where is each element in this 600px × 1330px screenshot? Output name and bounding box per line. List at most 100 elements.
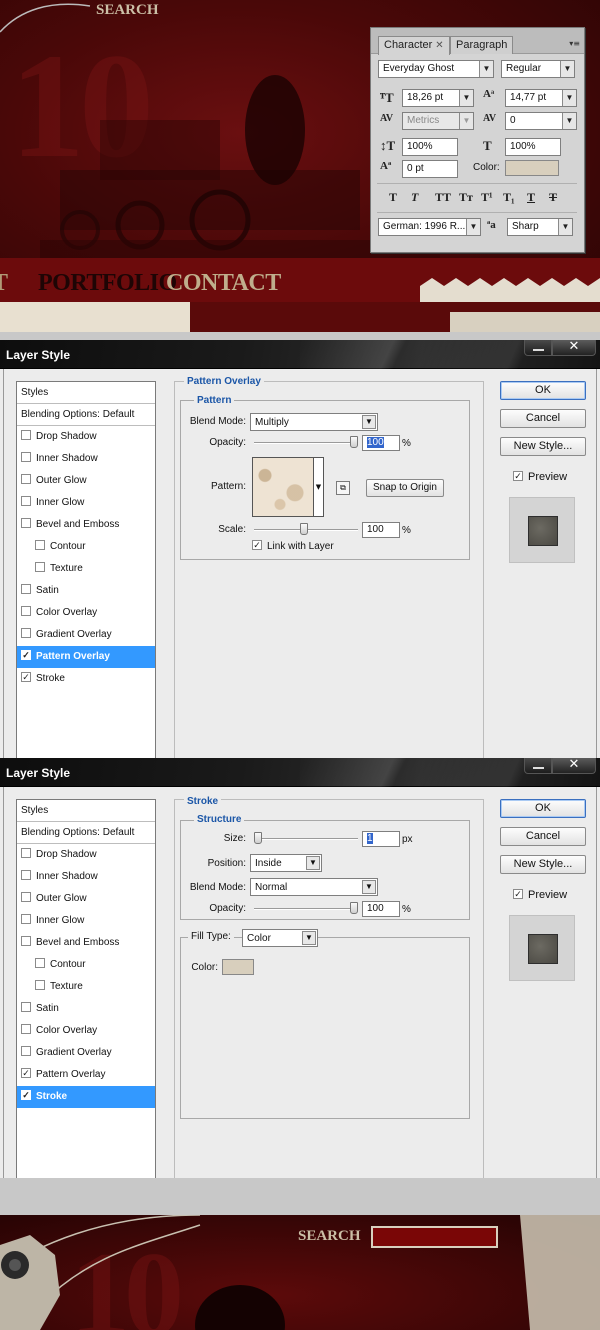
slider-thumb[interactable] [350, 902, 358, 914]
style-item-inner-shadow[interactable]: Inner Shadow [17, 448, 155, 470]
preview-checkbox[interactable]: ✓ Preview [513, 471, 567, 483]
checkbox[interactable] [21, 1046, 31, 1057]
cancel-button[interactable]: Cancel [500, 827, 586, 846]
style-item-satin[interactable]: Satin [17, 998, 155, 1020]
ok-button[interactable]: OK [500, 381, 586, 400]
checkbox[interactable] [35, 958, 45, 969]
checkbox[interactable] [21, 628, 31, 639]
baseline-shift-field[interactable]: 0 pt [402, 160, 458, 178]
style-item-contour[interactable]: Contour [17, 536, 155, 558]
opacity-input[interactable]: 100 [362, 435, 400, 451]
style-item-bevel-and-emboss[interactable]: Bevel and Emboss [17, 514, 155, 536]
position-select[interactable]: Inside ▼ [250, 854, 322, 872]
close-button[interactable]: ✕ [552, 340, 596, 356]
checkbox[interactable] [21, 892, 31, 903]
link-with-layer-checkbox[interactable]: ✓ Link with Layer [252, 540, 334, 552]
snap-to-origin-button[interactable]: Snap to Origin [366, 479, 444, 497]
style-item-gradient-overlay[interactable]: Gradient Overlay [17, 1042, 155, 1064]
style-item-outer-glow[interactable]: Outer Glow [17, 470, 155, 492]
chevron-down-icon[interactable]: ▼ [459, 90, 473, 106]
checkbox[interactable] [35, 562, 45, 573]
font-size-field[interactable]: 18,26 pt ▼ [402, 89, 474, 107]
checkbox[interactable] [21, 914, 31, 925]
styles-header[interactable]: Styles [17, 382, 155, 404]
style-item-drop-shadow[interactable]: Drop Shadow [17, 844, 155, 866]
font-style-select[interactable]: Regular ▼ [501, 60, 575, 78]
strikethrough-button[interactable]: T [549, 190, 557, 205]
new-style-button[interactable]: New Style... [500, 855, 586, 874]
styles-header[interactable]: Styles [17, 800, 155, 822]
slider-thumb[interactable] [254, 832, 262, 844]
opacity-input[interactable]: 100 [362, 901, 400, 917]
chevron-down-icon[interactable]: ▼ [306, 856, 320, 870]
scale-slider[interactable] [254, 523, 358, 537]
checkbox[interactable] [21, 606, 31, 617]
panel-menu-icon[interactable]: ▾≡ [569, 39, 580, 48]
search-input[interactable] [371, 1226, 498, 1248]
minimize-button[interactable] [524, 340, 552, 356]
size-slider[interactable] [254, 832, 358, 846]
style-item-stroke[interactable]: ✓ Stroke [17, 1086, 155, 1108]
chevron-down-icon[interactable]: ▼ [302, 931, 316, 945]
chevron-down-icon[interactable]: ▼ [362, 415, 376, 429]
font-family-select[interactable]: Everyday Ghost ▼ [378, 60, 494, 78]
ok-button[interactable]: OK [500, 799, 586, 818]
minimize-button[interactable] [524, 758, 552, 774]
chevron-down-icon[interactable]: ▼ [562, 90, 576, 106]
checkbox[interactable]: ✓ [513, 471, 523, 482]
checkbox[interactable]: ✓ [513, 889, 523, 900]
chevron-down-icon[interactable]: ▼ [459, 113, 473, 129]
style-item-inner-glow[interactable]: Inner Glow [17, 492, 155, 514]
slider-thumb[interactable] [300, 523, 308, 535]
close-button[interactable]: ✕ [552, 758, 596, 774]
chevron-down-icon[interactable]: ▼ [562, 113, 576, 129]
pattern-picker-chevron-icon[interactable]: ▼ [314, 457, 324, 517]
stroke-color-swatch[interactable] [222, 959, 254, 975]
blend-mode-select[interactable]: Normal ▼ [250, 878, 378, 896]
horizontal-scale-field[interactable]: 100% [505, 138, 561, 156]
checkbox[interactable]: ✓ [21, 1068, 31, 1079]
checkbox[interactable]: ✓ [21, 672, 31, 683]
blending-options[interactable]: Blending Options: Default [17, 822, 155, 844]
pattern-swatch[interactable] [252, 457, 314, 517]
chevron-down-icon[interactable]: ▼ [479, 61, 493, 77]
checkbox[interactable] [21, 870, 31, 881]
blending-options[interactable]: Blending Options: Default [17, 404, 155, 426]
checkbox[interactable] [35, 540, 45, 551]
checkbox[interactable] [21, 848, 31, 859]
style-item-pattern-overlay[interactable]: ✓ Pattern Overlay [17, 1064, 155, 1086]
style-item-texture[interactable]: Texture [17, 976, 155, 998]
nav-link-previous[interactable]: T [0, 270, 8, 297]
opacity-slider[interactable] [254, 436, 358, 450]
nav-link-contact[interactable]: CONTACT [166, 270, 281, 297]
new-style-button[interactable]: New Style... [500, 437, 586, 456]
style-item-inner-glow[interactable]: Inner Glow [17, 910, 155, 932]
checkbox[interactable] [35, 980, 45, 991]
all-caps-button[interactable]: TT [435, 190, 451, 205]
subscript-button[interactable]: T₁ [503, 190, 515, 205]
style-item-color-overlay[interactable]: Color Overlay [17, 602, 155, 624]
checkbox[interactable] [21, 1002, 31, 1013]
checkbox[interactable] [21, 496, 31, 507]
style-item-inner-shadow[interactable]: Inner Shadow [17, 866, 155, 888]
checkbox[interactable]: ✓ [21, 650, 31, 661]
style-item-stroke[interactable]: ✓ Stroke [17, 668, 155, 690]
cancel-button[interactable]: Cancel [500, 409, 586, 428]
checkbox[interactable] [21, 584, 31, 595]
faux-bold-button[interactable]: T [389, 190, 397, 205]
kerning-field[interactable]: Metrics ▼ [402, 112, 474, 130]
vertical-scale-field[interactable]: 100% [402, 138, 458, 156]
superscript-button[interactable]: T¹ [481, 190, 493, 205]
close-icon[interactable]: ✕ [435, 40, 443, 51]
preview-checkbox[interactable]: ✓ Preview [513, 889, 567, 901]
language-select[interactable]: German: 1996 R... ▼ [378, 218, 481, 236]
checkbox[interactable]: ✓ [21, 1090, 31, 1101]
style-item-drop-shadow[interactable]: Drop Shadow [17, 426, 155, 448]
faux-italic-button[interactable]: T [411, 190, 418, 205]
opacity-slider[interactable] [254, 902, 358, 916]
chevron-down-icon[interactable]: ▼ [362, 880, 376, 894]
nav-link-portfolio[interactable]: PORTFOLIO [38, 270, 177, 297]
checkbox[interactable]: ✓ [252, 540, 262, 551]
tracking-field[interactable]: 0 ▼ [505, 112, 577, 130]
style-item-pattern-overlay[interactable]: ✓ Pattern Overlay [17, 646, 155, 668]
